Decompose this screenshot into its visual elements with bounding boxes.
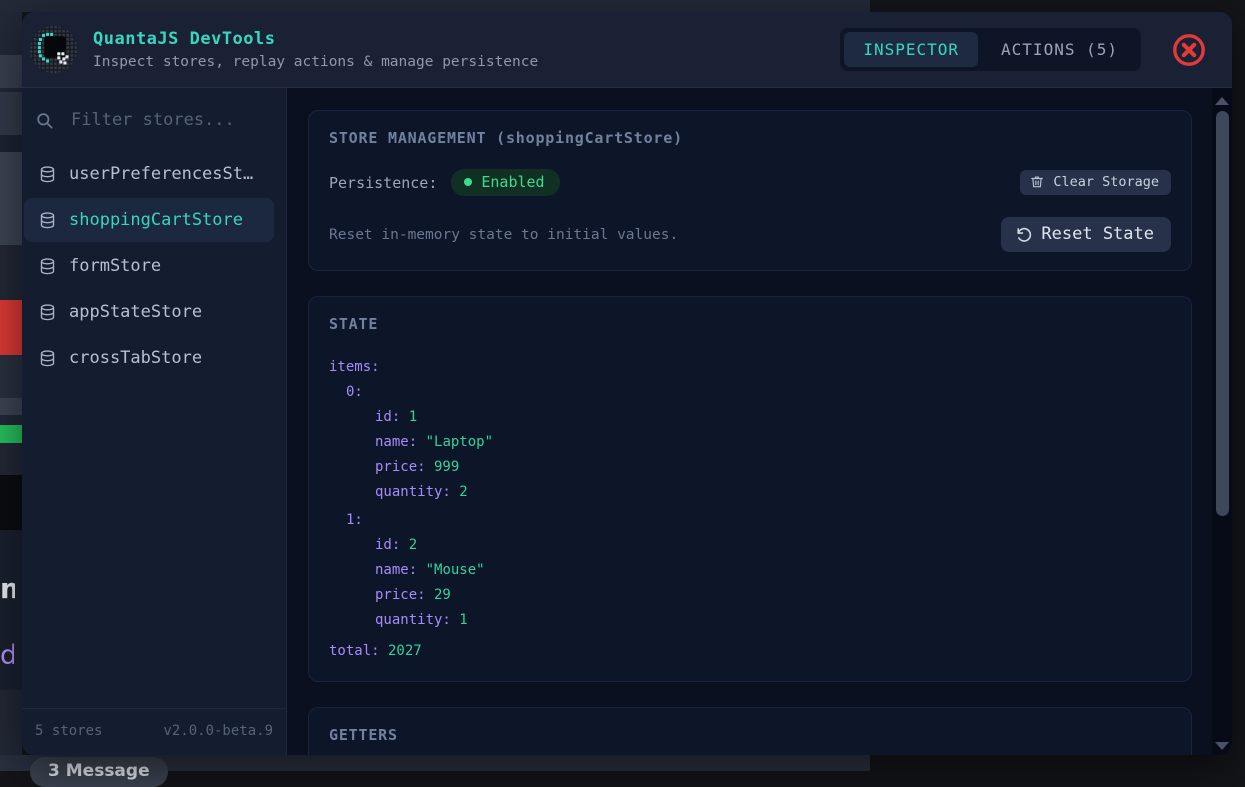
reset-row: Reset in-memory state to initial values.… bbox=[329, 217, 1171, 252]
database-icon bbox=[38, 165, 57, 184]
background-fragment-red bbox=[0, 300, 22, 355]
scrollbar-thumb[interactable] bbox=[1216, 111, 1229, 516]
background-glyph-white: m bbox=[0, 572, 15, 602]
background-fragment-green bbox=[0, 425, 22, 443]
background-fragment bbox=[0, 55, 22, 88]
background-fragment bbox=[0, 152, 22, 245]
state-line: quantity: 2 bbox=[329, 479, 1171, 504]
state-tree: items:0:id: 1name: "Laptop"price: 999qua… bbox=[329, 354, 1171, 663]
devtools-panel: QuantaJS DevTools Inspect stores, replay… bbox=[22, 12, 1232, 755]
sidebar-item-shoppingcartstore[interactable]: shoppingCartStore bbox=[24, 198, 274, 242]
version-label: v2.0.0-beta.9 bbox=[163, 723, 273, 739]
background-fragment-black bbox=[0, 475, 22, 530]
state-line: id: 1 bbox=[329, 404, 1171, 429]
app-subtitle: Inspect stores, replay actions & manage … bbox=[93, 54, 538, 70]
search-icon bbox=[35, 111, 54, 130]
background-fragment bbox=[0, 92, 22, 135]
background-message-badge[interactable]: 3 Message bbox=[30, 757, 168, 787]
store-management-card: STORE MANAGEMENT (shoppingCartStore) Per… bbox=[308, 110, 1192, 271]
background-glyph-purple: d bbox=[0, 640, 14, 674]
close-icon bbox=[1170, 31, 1208, 69]
status-dot-icon bbox=[464, 178, 472, 186]
sidebar: userPreferencesSt… shoppingCartStore formS… bbox=[22, 88, 287, 755]
database-icon bbox=[38, 211, 57, 230]
background-top-strip bbox=[0, 0, 870, 12]
state-line: id: 2 bbox=[329, 532, 1171, 557]
database-icon bbox=[38, 257, 57, 276]
quantajs-logo-icon bbox=[29, 25, 78, 74]
reset-state-label: Reset State bbox=[1041, 224, 1154, 244]
filter-stores-input[interactable] bbox=[71, 110, 274, 130]
sidebar-footer: 5 stores v2.0.0-beta.9 bbox=[22, 708, 286, 755]
close-button[interactable] bbox=[1170, 31, 1208, 69]
state-line: price: 29 bbox=[329, 582, 1171, 607]
tab-actions-5[interactable]: ACTIONS (5) bbox=[982, 32, 1137, 67]
reset-state-button[interactable]: Reset State bbox=[1001, 217, 1171, 252]
store-name: userPreferencesSt… bbox=[69, 164, 253, 184]
store-name: appStateStore bbox=[69, 302, 202, 322]
state-line: 1: bbox=[329, 507, 1171, 532]
state-line: 0: bbox=[329, 379, 1171, 404]
state-line: total: 2027 bbox=[329, 638, 1171, 663]
scrollbar-up-arrow[interactable] bbox=[1215, 97, 1229, 105]
main-area: STORE MANAGEMENT (shoppingCartStore) Per… bbox=[287, 88, 1232, 755]
persistence-row: Persistence: Enabled Clear Storag bbox=[329, 169, 1171, 196]
reset-description: Reset in-memory state to initial values. bbox=[329, 227, 678, 243]
clear-storage-label: Clear Storage bbox=[1053, 174, 1159, 190]
store-name: crossTabStore bbox=[69, 348, 202, 368]
store-filter bbox=[22, 88, 286, 138]
background-fragment bbox=[0, 398, 22, 415]
getters-title: GETTERS bbox=[329, 726, 1171, 744]
sidebar-item-userpreferencesst[interactable]: userPreferencesSt… bbox=[24, 152, 274, 196]
sidebar-item-crosstabstore[interactable]: crossTabStore bbox=[24, 336, 274, 380]
header-titles: QuantaJS DevTools Inspect stores, replay… bbox=[93, 29, 538, 70]
database-icon bbox=[38, 349, 57, 368]
clear-storage-button[interactable]: Clear Storage bbox=[1020, 170, 1171, 195]
store-list: userPreferencesSt… shoppingCartStore formS… bbox=[22, 138, 286, 708]
database-icon bbox=[38, 303, 57, 322]
store-name: formStore bbox=[69, 256, 161, 276]
persistence-status-badge: Enabled bbox=[451, 169, 559, 196]
background-fragment bbox=[0, 135, 22, 152]
tab-inspector[interactable]: INSPECTOR bbox=[844, 32, 978, 67]
main-scrollbar bbox=[1212, 88, 1232, 755]
store-name: shoppingCartStore bbox=[69, 210, 243, 230]
inspector-content: STORE MANAGEMENT (shoppingCartStore) Per… bbox=[287, 88, 1212, 755]
state-line: items: bbox=[329, 354, 1171, 379]
trash-icon bbox=[1030, 175, 1044, 189]
getters-card: GETTERS bbox=[308, 707, 1192, 755]
panel-body: userPreferencesSt… shoppingCartStore formS… bbox=[22, 88, 1232, 755]
reset-icon bbox=[1015, 226, 1032, 243]
tab-bar: INSPECTORACTIONS (5) bbox=[840, 28, 1141, 71]
store-count: 5 stores bbox=[35, 723, 102, 739]
app-title: QuantaJS DevTools bbox=[93, 29, 538, 49]
sidebar-item-formstore[interactable]: formStore bbox=[24, 244, 274, 288]
scrollbar-down-arrow[interactable] bbox=[1215, 742, 1229, 750]
state-card: STATE items:0:id: 1name: "Laptop"price: … bbox=[308, 296, 1192, 682]
persistence-status-text: Enabled bbox=[481, 173, 544, 191]
state-line: name: "Laptop" bbox=[329, 429, 1171, 454]
state-line: quantity: 1 bbox=[329, 607, 1171, 632]
state-line: name: "Mouse" bbox=[329, 557, 1171, 582]
panel-header: QuantaJS DevTools Inspect stores, replay… bbox=[22, 12, 1232, 88]
persistence-label: Persistence: bbox=[329, 174, 437, 192]
background-fragment bbox=[0, 355, 22, 398]
store-management-title: STORE MANAGEMENT (shoppingCartStore) bbox=[329, 129, 1171, 147]
state-line: price: 999 bbox=[329, 454, 1171, 479]
sidebar-item-appstatestore[interactable]: appStateStore bbox=[24, 290, 274, 334]
state-title: STATE bbox=[329, 315, 1171, 333]
